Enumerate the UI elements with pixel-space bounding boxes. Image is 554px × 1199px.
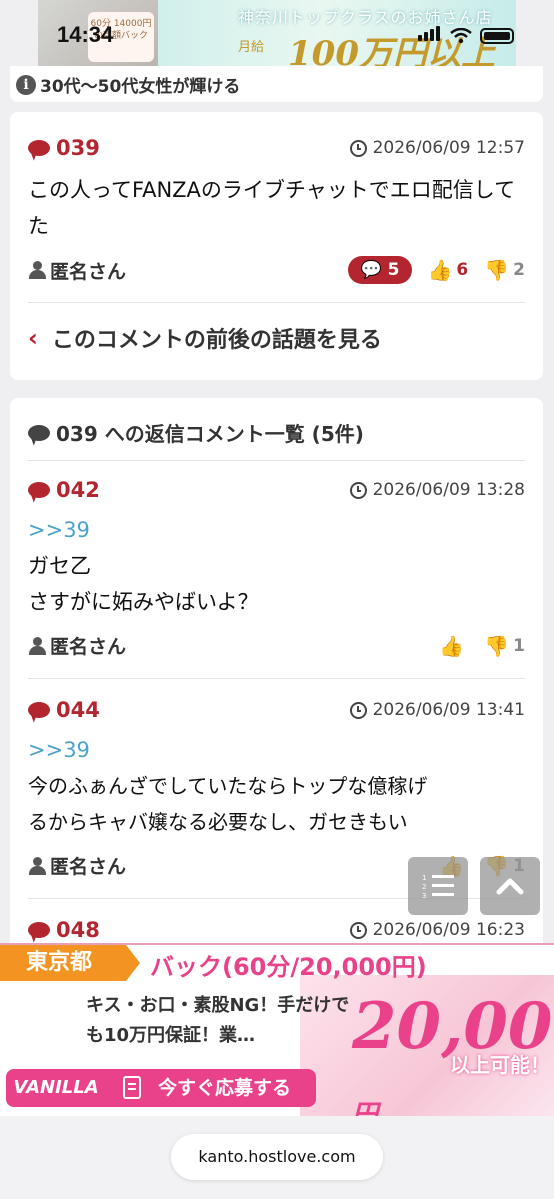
reply-list-title: 039 への返信コメント一覧 (5件)	[28, 418, 364, 447]
context-link-label: このコメントの前後の話題を見る	[51, 328, 382, 353]
reply-anchor-link[interactable]: >>39	[28, 512, 525, 548]
bad-button[interactable]: 👎 2	[484, 258, 525, 282]
thumbs-up-icon: 👍	[427, 258, 453, 282]
good-button[interactable]: 👍	[439, 634, 468, 658]
bottom-ad-banner[interactable]: 東京都 バック(60分/20,000円) キス・お口・素股NG！手だけでも10万…	[0, 943, 554, 1118]
comment-user-name: 匿名さん	[50, 260, 127, 283]
reply-user-name: 匿名さん	[50, 636, 127, 658]
good-count: 6	[456, 260, 469, 280]
reply-number-text: 048	[56, 918, 100, 942]
comment-bubble-icon	[28, 482, 50, 498]
comment-number-text: 039	[56, 136, 100, 160]
chevron-up-icon	[496, 878, 524, 895]
comment-number[interactable]: 039	[28, 136, 100, 160]
comment-footer: 匿名さん 💬 5 👍 6 👎 2	[28, 256, 525, 284]
reply-number[interactable]: 042	[28, 478, 100, 502]
ad-cta-label: 今すぐ応募する	[158, 1077, 292, 1099]
banner-back-badge: 60分 14000円 の高額バック	[88, 12, 154, 62]
ad-big-sub: 以上可能！	[450, 1053, 550, 1077]
reply-date: 2026/06/09 13:41	[349, 700, 525, 720]
reply-line: 今のふぁんざでしていたならトップな億稼げ	[28, 774, 428, 798]
reply-number-text: 044	[56, 698, 100, 722]
reply-user: 匿名さん	[28, 632, 126, 659]
divider	[28, 302, 525, 303]
user-icon	[28, 636, 46, 655]
main-comment-card: 039 2026/06/09 12:57 この人ってFANZAのライブチャットで…	[10, 112, 543, 380]
reply-footer: 匿名さん 👍 👎 1	[28, 632, 525, 659]
comment-votes: 💬 5 👍 6 👎 2	[348, 256, 525, 284]
topic-description: i 30代〜50代女性が輝ける	[16, 72, 240, 97]
ad-region: 東京都	[0, 945, 140, 981]
reply-number-text: 042	[56, 478, 100, 502]
reply-body: >>39 ガセ乙 さすがに妬みやばいよ？	[28, 512, 525, 620]
thumbs-down-icon: 👎	[484, 258, 510, 282]
divider	[28, 460, 525, 461]
reply-date-text: 2026/06/09 13:41	[372, 700, 525, 720]
reply-body: >>39 今のふぁんざでしていたならトップな億稼げ るからキャバ嬢なる必要なし、…	[28, 732, 525, 840]
svg-text:1: 1	[422, 874, 426, 882]
reply-number[interactable]: 044	[28, 698, 100, 722]
clock-icon	[349, 481, 367, 499]
user-icon	[28, 261, 46, 279]
reply-anchor-link[interactable]: >>39	[28, 732, 525, 768]
chevron-left-icon: ‹	[28, 324, 38, 352]
reply-votes: 👍 👎 1	[439, 634, 525, 658]
bad-count: 2	[513, 260, 525, 280]
bad-button[interactable]: 👎 1	[484, 634, 525, 658]
reply-number[interactable]: 048	[28, 918, 100, 942]
comment-bubble-icon	[28, 140, 50, 156]
banner-shop-name: 神奈川トップクラスのお姉さん店	[238, 8, 493, 27]
comment-list-button[interactable]: 1 2 3	[408, 857, 468, 915]
clock-icon	[349, 921, 367, 939]
topic-description-text: 30代〜50代女性が輝ける	[40, 77, 241, 97]
context-link[interactable]: ‹ このコメントの前後の話題を見る	[28, 322, 382, 354]
reply-count: 5	[387, 260, 400, 280]
reply-line: るからキャバ嬢なる必要なし、ガセきもい	[28, 810, 408, 834]
topic-info-card: i 30代〜50代女性が輝ける	[10, 66, 543, 102]
ad-brand-logo: VANILLA	[6, 1069, 106, 1107]
browser-address-bar[interactable]: kanto.hostlove.com	[171, 1134, 383, 1180]
banner-salary: 100万円以上	[288, 34, 495, 70]
reply-header: 042 2026/06/09 13:28	[28, 478, 525, 502]
banner-salary-label: 月給	[238, 40, 265, 55]
comment-body: この人ってFANZAのライブチャットでエロ配信してた	[28, 178, 516, 238]
thumbs-up-icon: 👍	[439, 633, 465, 658]
comment-bubble-icon	[28, 424, 50, 441]
comment-header: 039 2026/06/09 12:57	[28, 136, 525, 160]
comment-date-text: 2026/06/09 12:57	[372, 138, 525, 158]
good-button[interactable]: 👍 6	[428, 258, 469, 282]
comment-bubble-icon	[28, 922, 50, 938]
reply-list-title-text: 039 への返信コメント一覧 (5件)	[56, 422, 364, 446]
reply-header: 044 2026/06/09 13:41	[28, 698, 525, 722]
top-ad-banner[interactable]: 60分 14000円 の高額バック 神奈川トップクラスのお姉さん店 月給 100…	[38, 0, 516, 70]
ad-copy: キス・お口・素股NG！手だけでも10万円保証！業…	[86, 995, 350, 1046]
comment-bubble-icon	[28, 702, 50, 718]
reply-user: 匿名さん	[28, 852, 126, 879]
reply-user-name: 匿名さん	[50, 856, 127, 878]
clock-icon	[349, 139, 367, 157]
reply-date: 2026/06/09 13:28	[349, 480, 525, 500]
reply-header: 048 2026/06/09 16:23	[28, 918, 525, 942]
numbered-list-icon: 1 2 3	[422, 874, 454, 900]
user-icon	[28, 856, 46, 875]
replies-icon: 💬	[360, 260, 382, 280]
comment-user: 匿名さん	[28, 257, 126, 284]
scroll-top-button[interactable]	[480, 857, 540, 915]
reply-count-button[interactable]: 💬 5	[348, 256, 412, 284]
bad-count: 1	[513, 635, 525, 656]
document-icon	[123, 1076, 141, 1099]
reply-date-text: 2026/06/09 16:23	[372, 920, 525, 940]
reply-date-text: 2026/06/09 13:28	[372, 480, 525, 500]
svg-text:2: 2	[422, 883, 426, 891]
info-icon: i	[16, 74, 36, 95]
ad-headline: バック(60分/20,000円)	[150, 953, 427, 981]
reply-date: 2026/06/09 16:23	[349, 920, 525, 940]
reply-line: ガセ乙	[28, 554, 91, 578]
comment-date: 2026/06/09 12:57	[349, 138, 525, 158]
divider	[28, 678, 525, 679]
reply-line: さすがに妬みやばいよ？	[28, 590, 259, 614]
svg-text:3: 3	[422, 892, 426, 900]
thumbs-down-icon: 👎	[484, 633, 510, 658]
clock-icon	[349, 701, 367, 719]
